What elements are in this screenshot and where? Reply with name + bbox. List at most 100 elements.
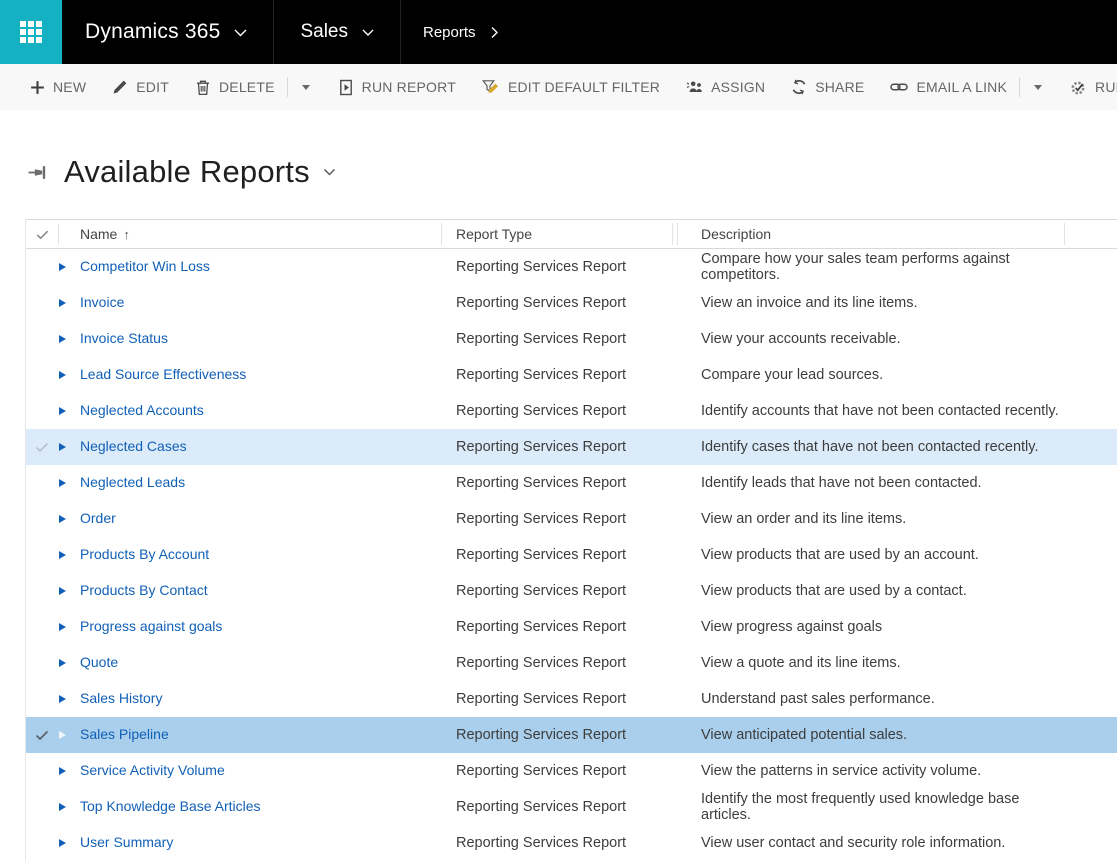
edit-button[interactable]: EDIT [112, 79, 169, 95]
expand-row-cell[interactable] [58, 330, 80, 348]
report-link[interactable]: Lead Source Effectiveness [80, 366, 246, 382]
nav-module-menu[interactable]: Sales [274, 0, 401, 64]
report-link[interactable]: Products By Contact [80, 582, 208, 598]
report-name-cell: Quote [80, 654, 441, 672]
table-row[interactable]: Neglected Accounts Reporting Services Re… [26, 393, 1117, 429]
table-row[interactable]: Quote Reporting Services Report View a q… [26, 645, 1117, 681]
table-row[interactable]: Competitor Win Loss Reporting Services R… [26, 249, 1117, 285]
row-select-cell[interactable] [26, 259, 58, 275]
row-select-cell[interactable] [26, 619, 58, 635]
assign-button[interactable]: ASSIGN [686, 79, 765, 95]
run-report-button[interactable]: RUN REPORT [338, 79, 456, 96]
share-button[interactable]: SHARE [791, 79, 864, 95]
row-select-cell[interactable] [26, 475, 58, 491]
expand-row-cell[interactable] [58, 690, 80, 708]
table-row[interactable]: Products By Contact Reporting Services R… [26, 573, 1117, 609]
expand-row-cell[interactable] [58, 834, 80, 852]
expand-arrow-icon [59, 551, 66, 559]
table-row[interactable]: Sales History Reporting Services Report … [26, 681, 1117, 717]
table-row[interactable]: Top Knowledge Base Articles Reporting Se… [26, 789, 1117, 825]
breadcrumb[interactable]: Reports [401, 0, 499, 64]
expand-row-cell[interactable] [58, 726, 80, 744]
column-header-description[interactable]: Description [676, 226, 1064, 242]
report-link[interactable]: Sales History [80, 690, 162, 706]
view-title-row: Available Reports [0, 110, 1117, 190]
row-select-cell[interactable] [26, 367, 58, 383]
expand-row-cell[interactable] [58, 546, 80, 564]
expand-row-cell[interactable] [58, 654, 80, 672]
expand-row-cell[interactable] [58, 294, 80, 312]
row-select-cell[interactable] [26, 331, 58, 347]
new-button[interactable]: NEW [30, 79, 86, 95]
run-workflow-button[interactable]: RUN WORKFLOW [1070, 79, 1117, 96]
row-select-cell[interactable] [26, 511, 58, 527]
expand-row-cell[interactable] [58, 474, 80, 492]
pin-icon[interactable] [28, 163, 49, 181]
delete-button[interactable]: DELETE [195, 79, 275, 96]
report-link[interactable]: Invoice Status [80, 330, 168, 346]
select-all-checkmark[interactable] [26, 227, 58, 242]
email-a-link-button[interactable]: EMAIL A LINK [890, 79, 1007, 95]
row-select-cell[interactable] [26, 655, 58, 671]
report-link[interactable]: Products By Account [80, 546, 209, 562]
table-row[interactable]: Neglected Leads Reporting Services Repor… [26, 465, 1117, 501]
report-description-cell: View user contact and security role info… [676, 835, 1064, 851]
nav-app-menu[interactable]: Dynamics 365 [62, 0, 274, 64]
report-link[interactable]: Sales Pipeline [80, 726, 169, 742]
table-row[interactable]: Products By Account Reporting Services R… [26, 537, 1117, 573]
report-description-cell: Identify accounts that have not been con… [676, 403, 1064, 419]
expand-row-cell[interactable] [58, 582, 80, 600]
report-link[interactable]: Neglected Leads [80, 474, 185, 490]
report-link[interactable]: Invoice [80, 294, 124, 310]
row-select-cell[interactable] [26, 799, 58, 815]
pencil-icon [112, 79, 128, 95]
row-select-cell[interactable] [26, 547, 58, 563]
report-link[interactable]: Top Knowledge Base Articles [80, 798, 261, 814]
expand-row-cell[interactable] [58, 258, 80, 276]
row-select-cell[interactable] [26, 835, 58, 851]
row-select-cell[interactable] [26, 403, 58, 419]
report-link[interactable]: Service Activity Volume [80, 762, 225, 778]
share-label: SHARE [815, 79, 864, 95]
table-row[interactable]: Invoice Reporting Services Report View a… [26, 285, 1117, 321]
table-row[interactable]: Service Activity Volume Reporting Servic… [26, 753, 1117, 789]
expand-row-cell[interactable] [58, 798, 80, 816]
expand-row-cell[interactable] [58, 762, 80, 780]
expand-row-cell[interactable] [58, 402, 80, 420]
expand-row-cell[interactable] [58, 438, 80, 456]
expand-row-cell[interactable] [58, 510, 80, 528]
view-title[interactable]: Available Reports [64, 154, 310, 190]
table-row[interactable]: Sales Pipeline Reporting Services Report… [26, 717, 1117, 753]
row-select-cell[interactable] [26, 583, 58, 599]
more-commands-button[interactable] [300, 83, 312, 92]
row-select-cell[interactable] [26, 691, 58, 707]
column-divider[interactable] [1064, 223, 1065, 245]
table-row[interactable]: Order Reporting Services Report View an … [26, 501, 1117, 537]
table-row[interactable]: Lead Source Effectiveness Reporting Serv… [26, 357, 1117, 393]
edit-default-filter-button[interactable]: EDIT DEFAULT FILTER [482, 79, 660, 95]
report-link[interactable]: User Summary [80, 834, 173, 850]
table-row[interactable]: Neglected Cases Reporting Services Repor… [26, 429, 1117, 465]
view-selector-chevron-icon[interactable] [323, 168, 336, 177]
table-row[interactable]: Progress against goals Reporting Service… [26, 609, 1117, 645]
expand-row-cell[interactable] [58, 618, 80, 636]
email-more-button[interactable] [1032, 83, 1044, 92]
report-name-cell: Neglected Accounts [80, 402, 441, 420]
column-divider[interactable] [441, 223, 442, 245]
row-select-cell[interactable] [26, 295, 58, 311]
table-row[interactable]: Invoice Status Reporting Services Report… [26, 321, 1117, 357]
report-link[interactable]: Neglected Cases [80, 438, 187, 454]
row-select-cell[interactable] [26, 439, 58, 455]
report-link[interactable]: Quote [80, 654, 118, 670]
expand-row-cell[interactable] [58, 366, 80, 384]
report-link[interactable]: Neglected Accounts [80, 402, 204, 418]
report-link[interactable]: Order [80, 510, 116, 526]
row-select-cell[interactable] [26, 727, 58, 743]
report-link[interactable]: Progress against goals [80, 618, 222, 634]
column-header-report-type[interactable]: Report Type [441, 226, 676, 242]
column-divider[interactable] [672, 223, 673, 245]
column-header-name[interactable]: Name ↑ [80, 226, 441, 242]
row-select-cell[interactable] [26, 763, 58, 779]
app-launcher-button[interactable] [0, 0, 62, 64]
report-link[interactable]: Competitor Win Loss [80, 258, 210, 274]
